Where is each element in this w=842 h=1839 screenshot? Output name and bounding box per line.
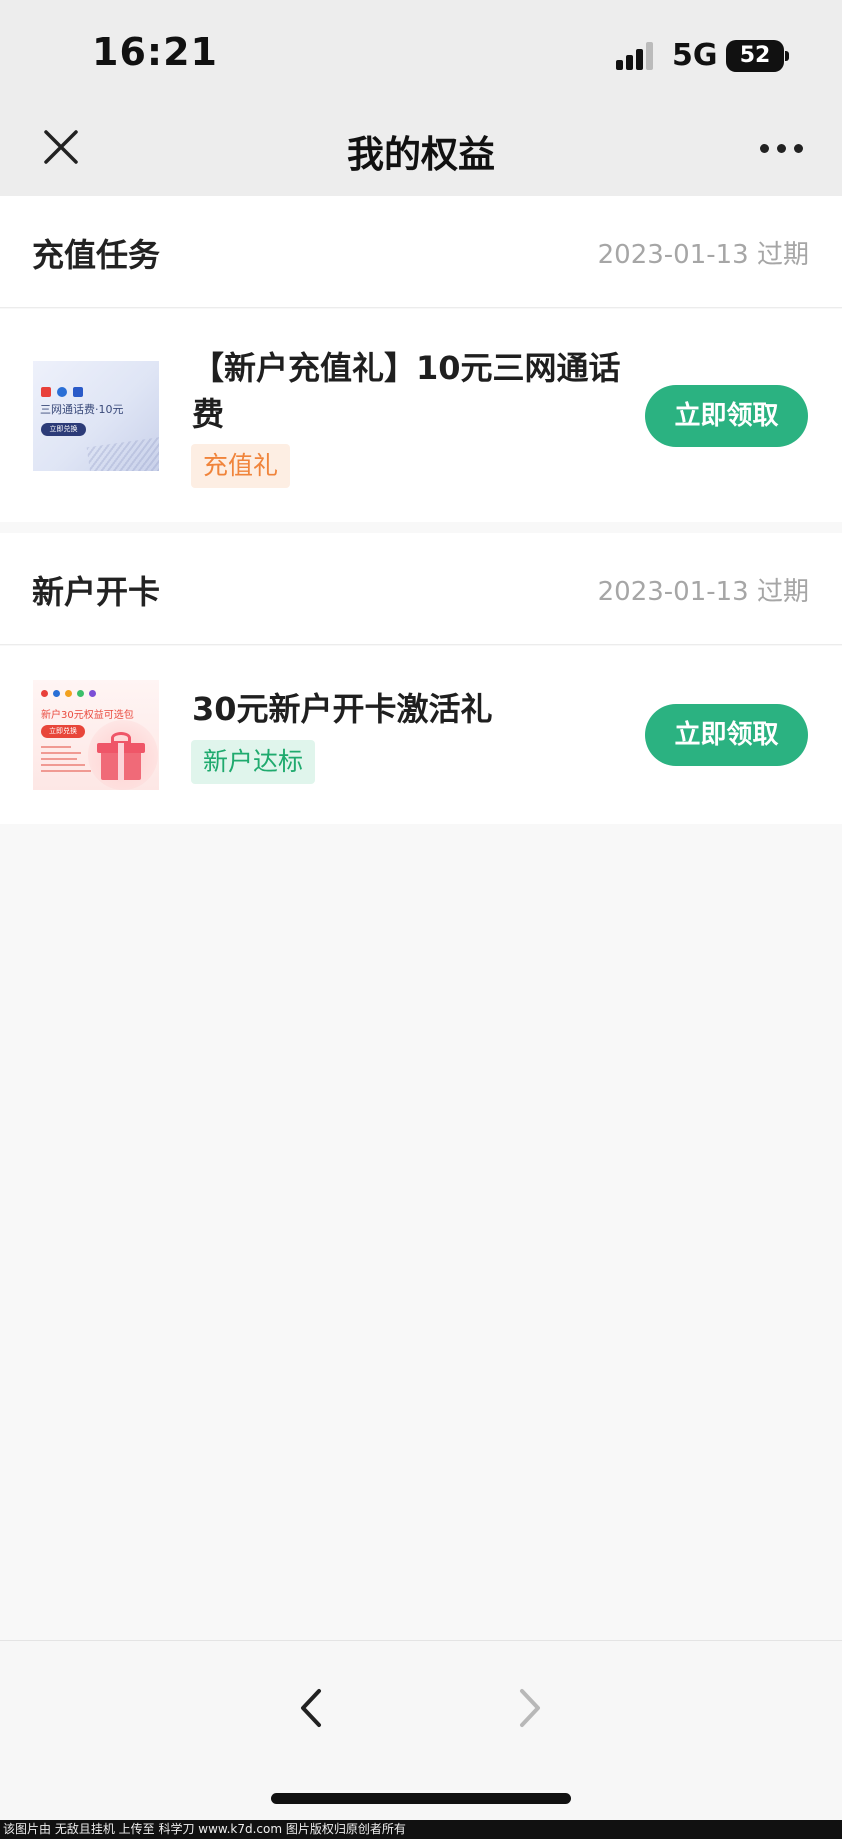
expiry-date: 2023-01-13 过期 — [597, 240, 809, 270]
home-indicator — [271, 1793, 571, 1804]
chevron-right-icon — [510, 1683, 550, 1733]
thumbnail-button: 立即兑换 — [41, 423, 86, 436]
benefit-card[interactable]: 三网通话费·10元 立即兑换 【新户充值礼】10元三网通话 费 充值礼 立即领取 — [0, 309, 842, 522]
expiry-date: 2023-01-13 过期 — [597, 577, 809, 607]
header: 16:21 5G 52 我的权益 — [0, 0, 842, 196]
network-type: 5G — [672, 38, 718, 73]
carrier-logos-icon — [41, 690, 101, 699]
battery-icon: 52 — [726, 40, 784, 72]
claim-button[interactable]: 立即领取 — [645, 704, 808, 766]
carrier-logos-icon — [41, 387, 89, 400]
battery-tip — [785, 51, 789, 61]
benefit-title-line: 费 — [192, 395, 225, 433]
signal-icon — [616, 42, 658, 70]
claim-button[interactable]: 立即领取 — [645, 385, 808, 447]
bottom-toolbar — [0, 1640, 842, 1820]
section-title: 新户开卡 — [32, 573, 161, 611]
benefit-tag: 新户达标 — [191, 740, 316, 784]
thumbnail-button: 立即兑换 — [41, 725, 85, 738]
thumbnail-caption: 新户30元权益可选包 — [41, 710, 134, 721]
decor-lines — [41, 746, 93, 776]
chevron-left-icon[interactable] — [291, 1683, 331, 1733]
more-dots-icon[interactable] — [758, 134, 806, 162]
benefit-thumbnail: 新户30元权益可选包 立即兑换 — [33, 680, 159, 790]
section-header-new-card: 新户开卡 2023-01-13 过期 — [0, 533, 842, 645]
page: 16:21 5G 52 我的权益 充值任务 2023-01-13 过期 三网通话… — [0, 0, 842, 1839]
status-time: 16:21 — [92, 30, 218, 74]
gift-ribbon — [118, 743, 124, 780]
thumbnail-caption: 三网通话费·10元 — [40, 403, 124, 416]
benefit-title: 30元新户开卡激活礼 — [192, 690, 493, 728]
watermark-text: 该图片由 无敌且挂机 上传至 科学刀 www.k7d.com 图片版权归原创者所… — [0, 1820, 842, 1839]
benefit-tag: 充值礼 — [191, 444, 291, 488]
section-header-recharge: 充值任务 2023-01-13 过期 — [0, 196, 842, 308]
benefit-thumbnail: 三网通话费·10元 立即兑换 — [33, 361, 159, 471]
section-title: 充值任务 — [32, 236, 161, 274]
benefit-card[interactable]: 新户30元权益可选包 立即兑换 30元新户开卡激活礼 新户达标 立即领取 — [0, 646, 842, 824]
decor-stripe — [86, 434, 159, 471]
benefit-title: 【新户充值礼】10元三网通话 费 — [192, 345, 621, 437]
benefit-title-line: 【新户充值礼】10元三网通话 — [192, 349, 621, 387]
page-title: 我的权益 — [347, 133, 495, 176]
